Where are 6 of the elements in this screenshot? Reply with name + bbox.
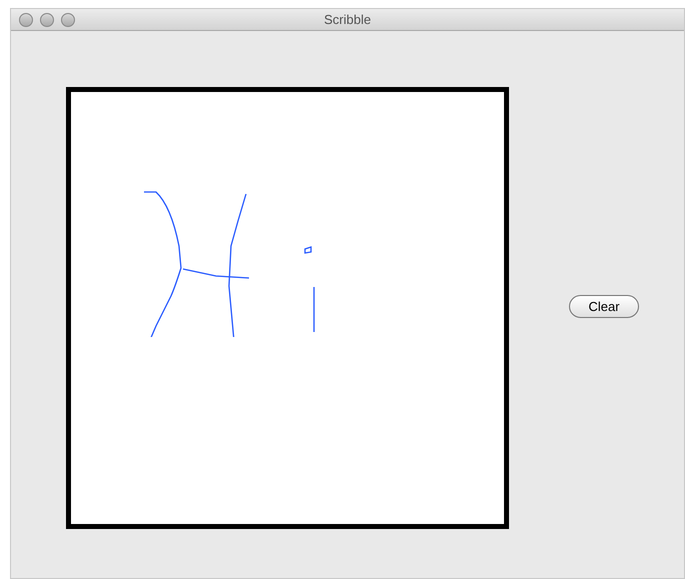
drawing-canvas[interactable] [66, 87, 509, 529]
window-control-icon[interactable] [61, 12, 75, 26]
window-title: Scribble [324, 10, 371, 29]
window-control-icon[interactable] [19, 12, 33, 26]
clear-button[interactable]: Clear [569, 295, 639, 318]
window-control-icon[interactable] [40, 12, 54, 26]
